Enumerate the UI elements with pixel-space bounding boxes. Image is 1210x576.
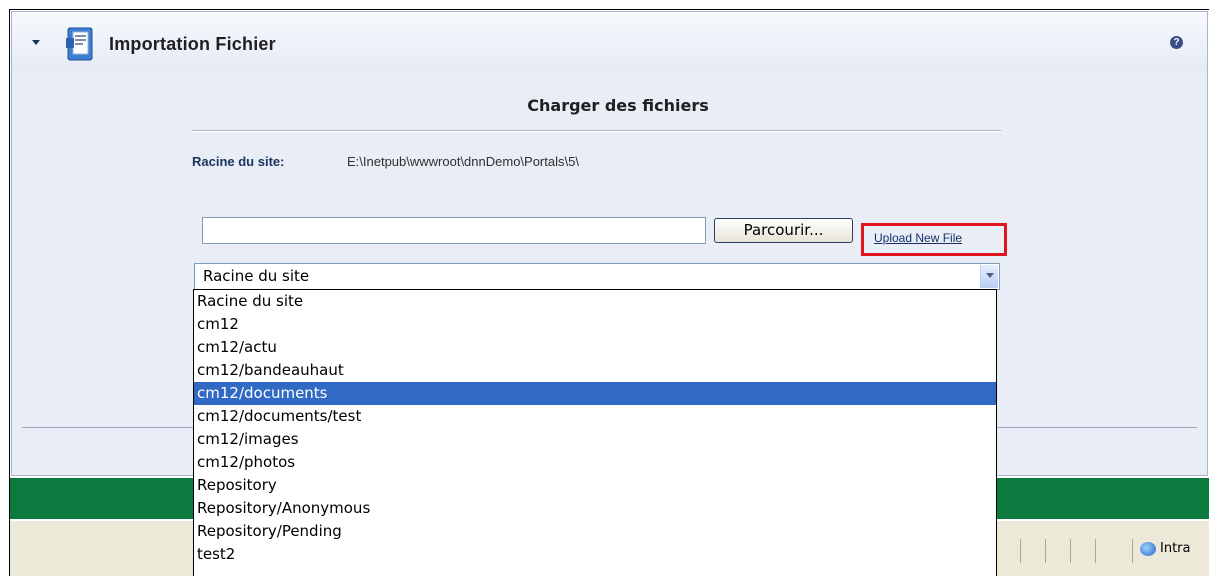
folder-option[interactable]: cm12	[194, 313, 996, 336]
status-separator	[1020, 539, 1021, 563]
folder-option[interactable]: Repository/Pending	[194, 520, 996, 543]
folder-option[interactable]: cm12/images	[194, 428, 996, 451]
browser-content: Importation Fichier ? Charger des fichie…	[9, 9, 1209, 576]
folder-option[interactable]: cm12/documents/test	[194, 405, 996, 428]
browse-button[interactable]: Parcourir...	[714, 218, 853, 243]
folder-select[interactable]: Racine du site	[194, 263, 1000, 290]
folder-option[interactable]: Racine du site	[194, 290, 996, 313]
folder-option[interactable]: cm12/bandeauhaut	[194, 359, 996, 382]
upload-new-file-link[interactable]: Upload New File	[874, 231, 962, 245]
dropdown-button[interactable]	[980, 265, 998, 288]
intranet-zone-icon	[1140, 542, 1156, 556]
module-title-bar: Importation Fichier ?	[12, 12, 1207, 72]
divider	[192, 130, 1001, 132]
zone-label: Intra	[1160, 541, 1191, 556]
folder-option[interactable]: test2	[194, 543, 996, 566]
root-path-value: E:\Inetpub\wwwroot\dnnDemo\Portals\5\	[347, 154, 579, 169]
folder-option-highlighted[interactable]: cm12/documents	[194, 382, 996, 405]
folder-option[interactable]: cm12/photos	[194, 451, 996, 474]
folder-dropdown-list[interactable]: Racine du site cm12 cm12/actu cm12/bande…	[193, 289, 997, 576]
folder-select-value: Racine du site	[203, 267, 310, 285]
folder-option[interactable]: cm12/actu	[194, 336, 996, 359]
collapse-arrow-icon[interactable]	[32, 40, 40, 45]
status-separator	[1070, 539, 1071, 563]
status-separator	[1045, 539, 1046, 563]
status-separator	[1095, 539, 1096, 563]
root-label: Racine du site:	[192, 154, 285, 169]
section-title: Charger des fichiers	[527, 96, 709, 115]
chevron-down-icon	[986, 273, 994, 278]
folder-option[interactable]: Repository/Anonymous	[194, 497, 996, 520]
module-title: Importation Fichier	[109, 34, 276, 54]
status-separator	[1132, 539, 1133, 563]
folder-option[interactable]: Repository	[194, 474, 996, 497]
help-icon[interactable]: ?	[1170, 36, 1183, 49]
file-path-input[interactable]	[202, 217, 706, 244]
file-module-icon	[66, 27, 93, 61]
